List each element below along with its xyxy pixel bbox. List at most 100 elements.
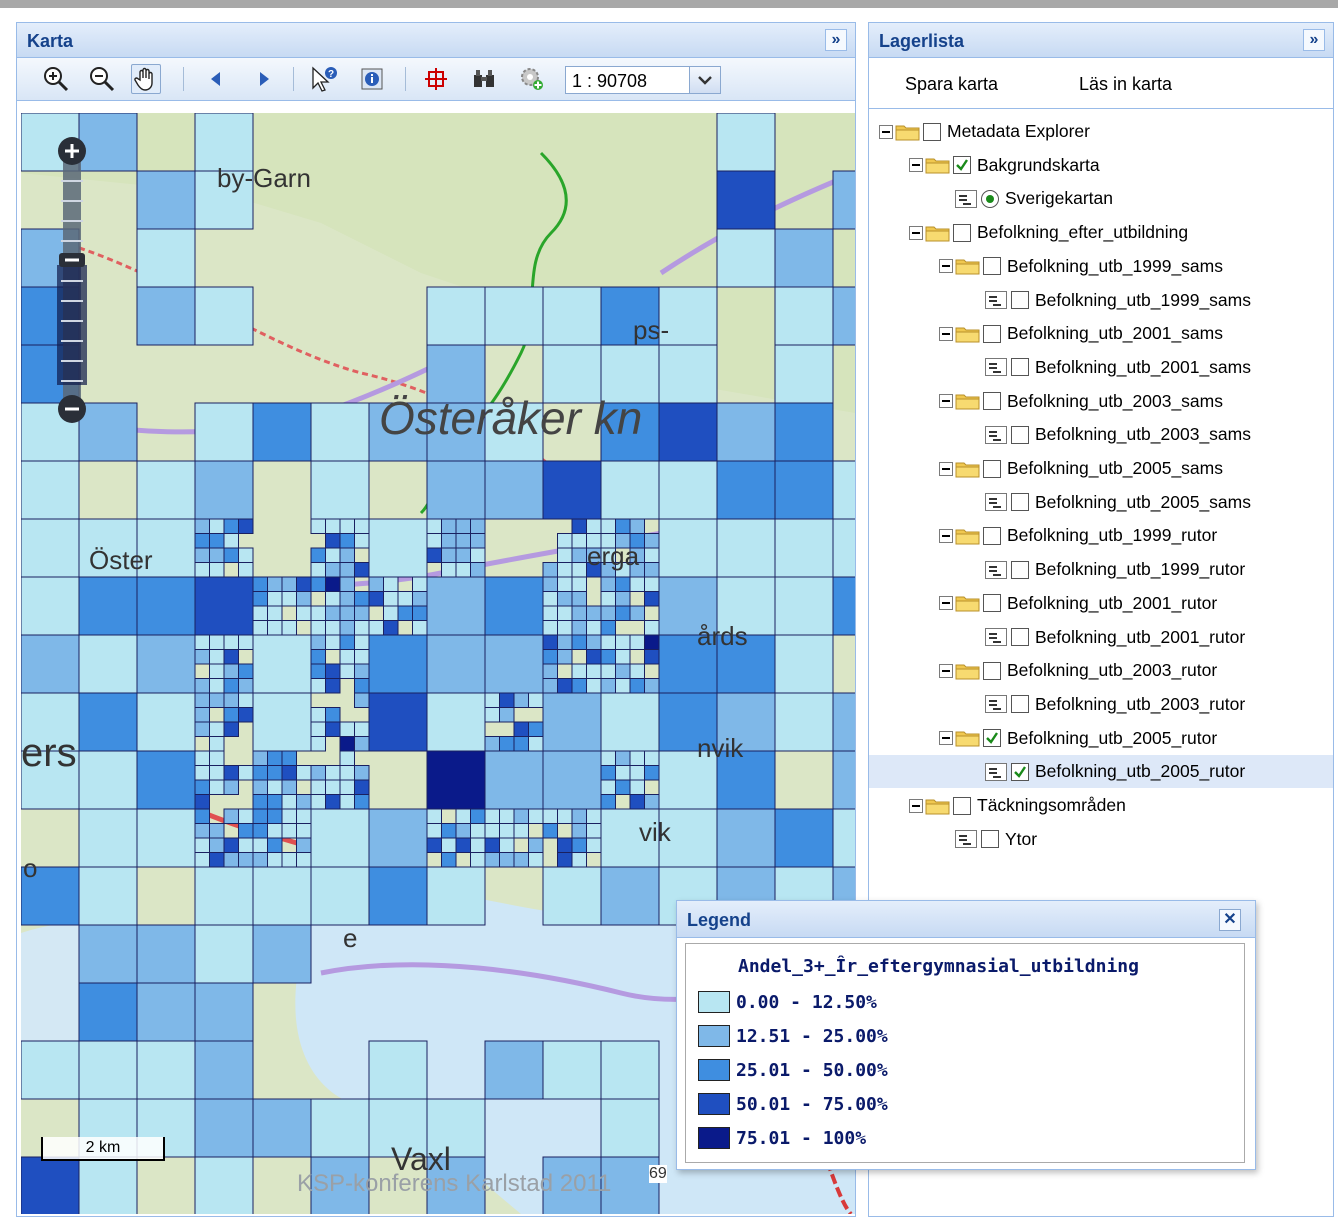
layer-checkbox[interactable] xyxy=(1011,695,1029,714)
layer-tree-row[interactable]: Befolkning_utb_2001_rutor xyxy=(939,587,1217,620)
legend-close-button[interactable]: ✕ xyxy=(1219,909,1241,931)
layer-panel-collapse-button[interactable]: » xyxy=(1303,29,1325,51)
layer-tree-row[interactable]: Metadata Explorer xyxy=(879,115,1090,148)
save-map-button[interactable]: Spara karta xyxy=(905,74,998,95)
collapse-toggle-icon[interactable] xyxy=(909,225,923,240)
collapse-toggle-icon[interactable] xyxy=(939,461,953,476)
layer-tree-row[interactable]: Befolkning_utb_2001_sams xyxy=(939,317,1223,350)
pan-hand-icon[interactable] xyxy=(131,64,161,94)
layer-checkbox[interactable] xyxy=(983,729,1001,748)
grid-cell xyxy=(194,779,210,795)
grid-cell xyxy=(658,344,718,404)
collapse-toggle-icon[interactable] xyxy=(939,731,953,746)
map-panel-collapse-button[interactable]: » xyxy=(825,29,847,51)
layer-tree-row[interactable]: Befolkning_utb_1999_sams xyxy=(939,250,1223,283)
scale-select[interactable]: 1 : 90708 xyxy=(565,66,721,94)
layer-tree-row[interactable]: Befolkning_utb_2003_sams xyxy=(969,418,1251,451)
layer-tree-row[interactable]: Befolkning_utb_2003_rutor xyxy=(969,688,1245,721)
grid-cell xyxy=(136,286,196,346)
grid-cell xyxy=(296,808,312,824)
back-arrow-icon[interactable] xyxy=(201,64,231,94)
layer-tree-row[interactable]: Befolkning_utb_1999_rutor xyxy=(939,519,1217,552)
layer-tree-row[interactable]: Befolkning_utb_2003_rutor xyxy=(939,654,1217,687)
grid-cell xyxy=(397,591,413,607)
layer-checkbox[interactable] xyxy=(981,830,999,849)
grid-cell xyxy=(194,1040,254,1100)
grid-cell xyxy=(600,678,616,694)
load-map-button[interactable]: Läs in karta xyxy=(1079,74,1172,95)
collapse-toggle-icon[interactable] xyxy=(939,663,953,678)
zoom-in-icon[interactable] xyxy=(41,64,71,94)
identify-info-icon[interactable] xyxy=(357,64,387,94)
layer-checkbox[interactable] xyxy=(1011,291,1029,309)
layer-checkbox[interactable] xyxy=(1011,762,1029,781)
layer-label: Befolkning_utb_2003_rutor xyxy=(1007,660,1218,681)
layer-tree-row[interactable]: Täckningsområden xyxy=(909,789,1126,822)
layer-checkbox[interactable] xyxy=(983,661,1001,680)
layer-checkbox[interactable] xyxy=(923,122,941,141)
layer-tree-row[interactable]: Befolkning_utb_2005_sams xyxy=(939,452,1223,485)
collapse-toggle-icon[interactable] xyxy=(879,124,893,139)
layer-checkbox[interactable] xyxy=(983,392,1001,411)
map-scalebar: 2 km xyxy=(41,1137,165,1161)
layer-checkbox[interactable] xyxy=(1011,425,1029,444)
layer-tree-row[interactable]: Befolkning_efter_utbildning xyxy=(909,216,1188,249)
scale-dropdown-button[interactable] xyxy=(689,67,720,93)
legend-class: 12.51 - 25.00% xyxy=(698,1022,888,1050)
collapse-toggle-icon[interactable] xyxy=(939,596,953,611)
query-pointer-icon[interactable]: ? xyxy=(309,64,339,94)
layer-tree-row[interactable]: Befolkning_utb_2003_sams xyxy=(939,385,1223,418)
layer-radio[interactable] xyxy=(981,189,999,208)
layer-checkbox[interactable] xyxy=(983,459,1001,478)
grid-cell xyxy=(267,576,283,592)
zoom-slider[interactable] xyxy=(53,135,91,427)
grid-cell xyxy=(296,794,312,810)
grid-cell xyxy=(832,808,855,868)
full-extent-icon[interactable] xyxy=(421,64,451,94)
layer-checkbox[interactable] xyxy=(983,526,1001,545)
layer-tree-row[interactable]: Befolkning_utb_1999_rutor xyxy=(969,553,1245,586)
layer-checkbox[interactable] xyxy=(1011,493,1029,512)
grid-cell xyxy=(238,678,254,694)
collapse-toggle-icon[interactable] xyxy=(939,326,953,341)
grid-cell xyxy=(267,808,283,824)
zoom-out-icon[interactable] xyxy=(87,64,117,94)
grid-cell xyxy=(325,533,341,549)
layer-checkbox[interactable] xyxy=(953,156,971,175)
grid-cell xyxy=(136,576,196,636)
add-layer-gear-icon[interactable] xyxy=(517,64,547,94)
grid-cell xyxy=(310,402,370,462)
layer-checkbox[interactable] xyxy=(953,223,971,242)
layer-tree-row[interactable]: Sverigekartan xyxy=(939,182,1113,215)
layer-checkbox[interactable] xyxy=(983,257,1001,276)
layer-legend-icon xyxy=(955,830,977,849)
layer-checkbox[interactable] xyxy=(983,324,1001,343)
legend-window[interactable]: Legend ✕ Andel_3+_Îr_eftergymnasial_utbi… xyxy=(676,900,1256,1170)
layer-tree-row[interactable]: Befolkning_utb_2005_rutor xyxy=(869,755,1333,789)
grid-cell xyxy=(499,692,515,708)
grid-cell xyxy=(223,547,239,563)
layer-checkbox[interactable] xyxy=(953,796,971,815)
layer-panel-title: Lagerlista xyxy=(879,31,965,51)
collapse-toggle-icon[interactable] xyxy=(939,394,953,409)
layer-tree-row[interactable]: Ytor xyxy=(939,823,1037,856)
grid-cell xyxy=(252,924,312,984)
layer-checkbox[interactable] xyxy=(1011,628,1029,646)
binoculars-icon[interactable] xyxy=(469,64,499,94)
layer-tree-row[interactable]: Befolkning_utb_2001_sams xyxy=(969,351,1251,384)
layer-tree-row[interactable]: Befolkning_utb_2005_rutor xyxy=(939,722,1217,755)
layer-checkbox[interactable] xyxy=(1011,560,1029,579)
layer-checkbox[interactable] xyxy=(983,594,1001,613)
layer-tree-row[interactable]: Bakgrundskarta xyxy=(909,149,1100,182)
collapse-toggle-icon[interactable] xyxy=(939,259,953,274)
forward-arrow-icon[interactable] xyxy=(249,64,279,94)
layer-checkbox[interactable] xyxy=(1011,358,1029,377)
collapse-toggle-icon[interactable] xyxy=(909,158,923,173)
collapse-toggle-icon[interactable] xyxy=(939,528,953,543)
layer-tree-row[interactable]: Befolkning_utb_2001_rutor xyxy=(969,621,1245,654)
collapse-toggle-icon[interactable] xyxy=(909,798,923,813)
layer-tree-row[interactable]: Befolkning_utb_2005_sams xyxy=(969,486,1251,519)
grid-cell xyxy=(484,1040,544,1100)
layer-tree-row[interactable]: Befolkning_utb_1999_sams xyxy=(969,284,1251,317)
grid-cell xyxy=(252,634,312,694)
